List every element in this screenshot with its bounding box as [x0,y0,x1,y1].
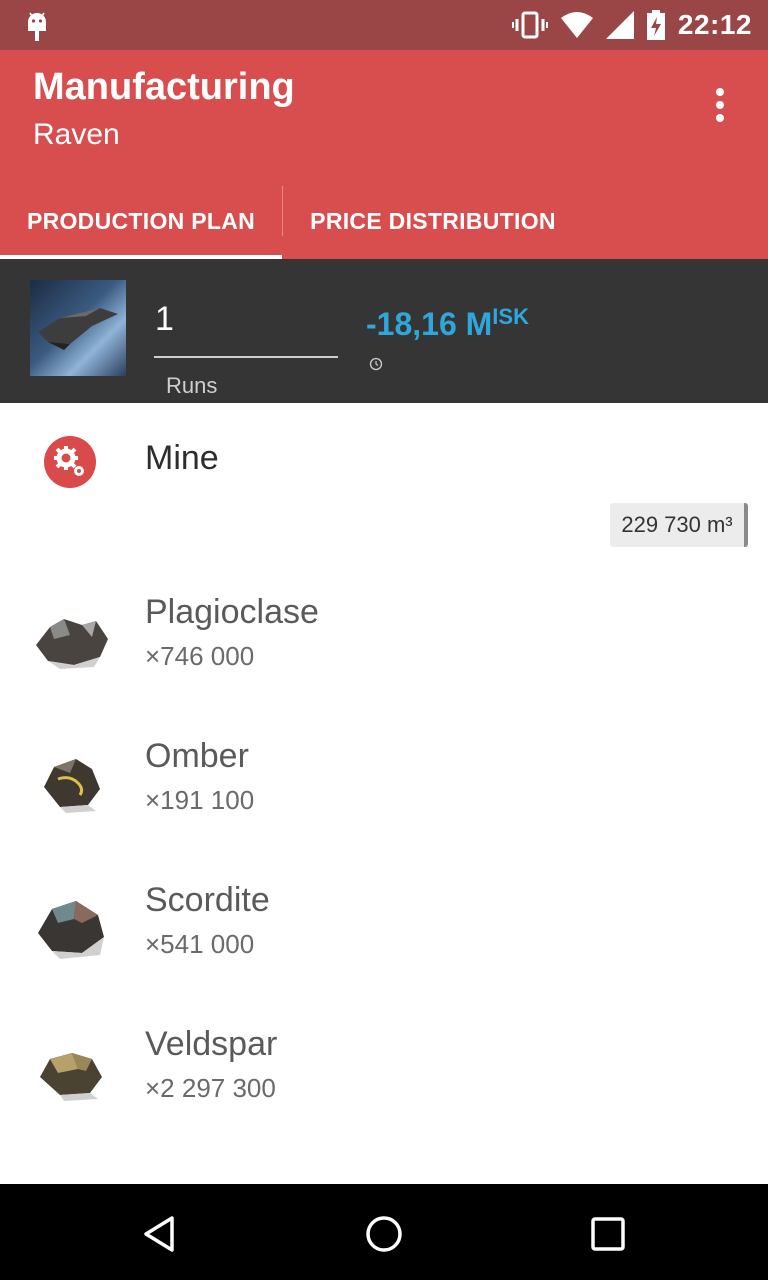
summary-panel: 1 Runs -18,16 MISK [0,259,768,403]
status-time: 22:12 [677,9,752,40]
battery-charging-icon [646,10,665,40]
ore-quantity: ×541 000 [145,929,255,959]
cell-signal-icon [605,11,634,39]
wifi-icon [560,12,593,38]
tab-divider [282,186,283,236]
ore-name: Veldspar [145,1025,278,1063]
profit-unit: ISK [492,304,529,329]
ore-quantity: ×746 000 [145,641,255,671]
ore-quantity: ×191 100 [145,785,255,815]
gears-icon [44,436,96,488]
profit-amount: -18,16 M [366,306,493,342]
vibrate-icon [511,11,548,39]
android-icon [28,12,46,41]
runs-label: Runs [166,373,218,398]
plagioclase-ore-icon [36,619,108,669]
recents-icon[interactable] [586,1212,630,1256]
page-subtitle: Raven [33,118,120,151]
list-item[interactable]: Omber ×191 100 [0,737,768,881]
back-icon[interactable] [138,1212,182,1256]
home-icon[interactable] [362,1212,406,1256]
mine-label: Mine [145,439,219,477]
page-title: Manufacturing [33,66,295,108]
ship-image[interactable] [30,280,126,376]
tab-bar: PRODUCTION PLAN PRICE DISTRIBUTION [0,184,768,259]
tab-production-plan[interactable]: PRODUCTION PLAN [0,184,282,259]
list-item[interactable]: Plagioclase ×746 000 [0,593,768,737]
profit-value: -18,16 MISK [366,304,529,343]
runs-input[interactable]: 1 [155,300,174,339]
list-item[interactable]: Scordite ×541 000 [0,881,768,1025]
status-bar: 22:12 [0,0,768,50]
scordite-ore-icon [38,901,104,959]
navigation-bar [0,1184,768,1280]
overflow-menu-icon[interactable] [708,88,732,124]
ore-name: Scordite [145,881,270,919]
ore-name: Omber [145,737,249,775]
omber-ore-icon [44,759,100,813]
ore-name: Plagioclase [145,593,319,631]
list-item[interactable]: Veldspar ×2 297 300 [0,1025,768,1169]
veldspar-ore-icon [40,1053,102,1101]
app-bar: Manufacturing Raven PRODUCTION PLAN PRIC… [0,50,768,259]
runs-input-underline [154,356,338,358]
tab-price-distribution[interactable]: PRICE DISTRIBUTION [283,184,583,259]
clock-icon [369,357,383,371]
volume-badge: 229 730 m³ [610,503,748,547]
ore-quantity: ×2 297 300 [145,1073,276,1103]
